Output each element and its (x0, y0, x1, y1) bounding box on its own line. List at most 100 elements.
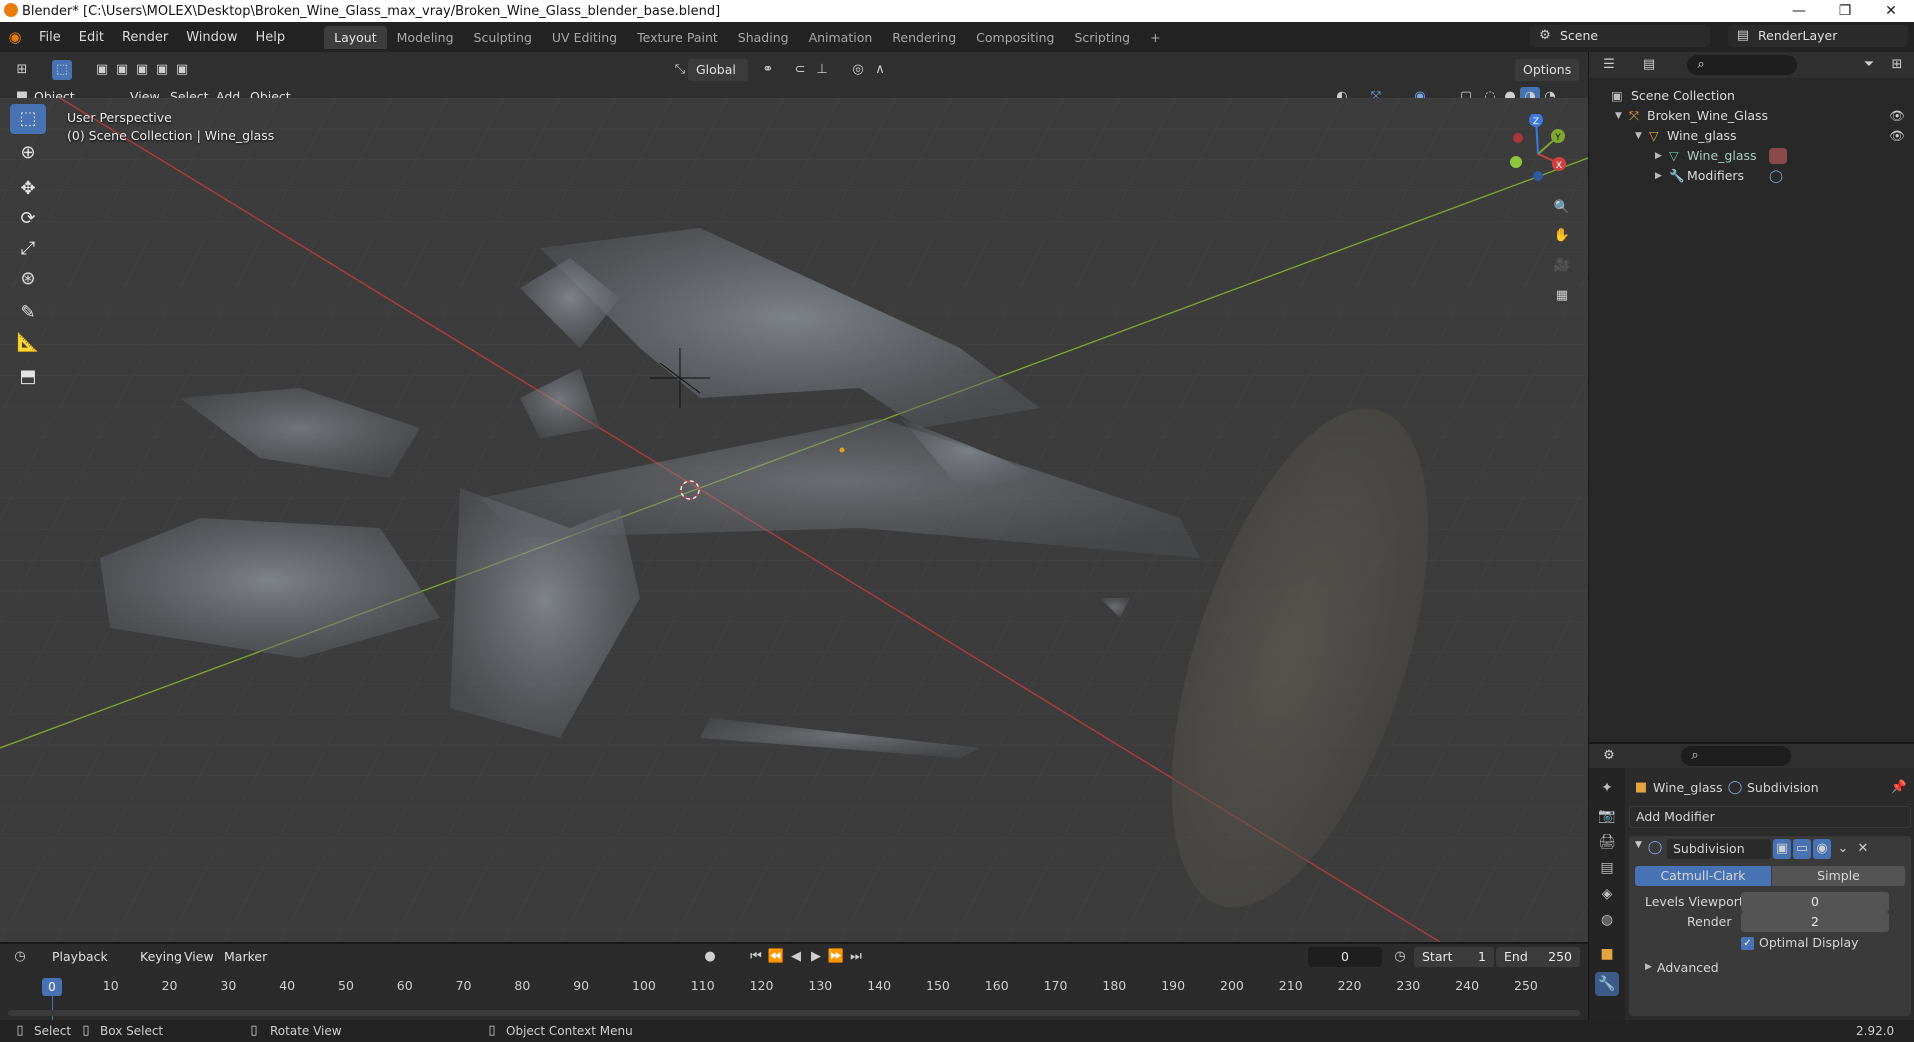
scene-selector[interactable]: Scene (1530, 25, 1710, 47)
render-levels-field[interactable]: 2 (1741, 912, 1889, 932)
ortho-toggle-icon[interactable]: ▦ (1552, 286, 1572, 306)
tool-tab-icon[interactable]: ✦ (1595, 776, 1619, 800)
object-tab-icon[interactable]: ■ (1595, 942, 1619, 966)
properties-search-input[interactable]: ⌕ (1681, 746, 1791, 766)
select-tool-icon[interactable]: ⬚ (52, 60, 72, 80)
blender-menu-icon[interactable]: ◉ (0, 28, 30, 46)
add-cube-tool[interactable]: ⬒ (10, 362, 46, 392)
annotate-tool[interactable]: ✎ (10, 298, 46, 328)
outliner-row-scene-collection[interactable]: ▣ Scene Collection (1589, 86, 1914, 106)
snap-icon[interactable]: ⊂ (790, 60, 810, 80)
proportional-edit-icon[interactable]: ◎ (848, 60, 868, 80)
snap-target-icon[interactable]: ⊥ (812, 60, 832, 80)
camera-view-icon[interactable]: 🎥 (1552, 256, 1572, 276)
tab-compositing[interactable]: Compositing (966, 26, 1064, 49)
add-workspace-button[interactable]: + (1140, 26, 1170, 49)
maximize-button[interactable]: ❐ (1822, 0, 1868, 22)
select-box-tool[interactable]: ⬚ (10, 104, 46, 134)
filter-icon[interactable]: ⏷ (1859, 55, 1879, 75)
timeline-tick-label: 80 (514, 978, 531, 993)
tab-sculpting[interactable]: Sculpting (464, 26, 542, 49)
window-title: Blender* [C:\Users\MOLEX\Desktop\Broken_… (22, 3, 721, 19)
collapse-arrow-icon[interactable]: ▼ (1635, 840, 1642, 850)
properties-editor-type-icon[interactable]: ⚙ (1599, 746, 1619, 766)
pan-hand-icon[interactable]: ✋ (1552, 226, 1572, 246)
tab-scripting[interactable]: Scripting (1065, 26, 1141, 49)
menu-file[interactable]: File (30, 30, 70, 45)
search-icon: ⌕ (1697, 57, 1705, 72)
options-dropdown[interactable]: Options (1515, 59, 1579, 81)
editor-type-icon[interactable]: ⊞ (12, 60, 32, 80)
output-tab-icon[interactable]: 🖨 (1595, 830, 1619, 854)
outliner-search-input[interactable]: ⌕ (1687, 55, 1797, 75)
playhead[interactable]: 0 (42, 978, 62, 996)
tab-texture-paint[interactable]: Texture Paint (627, 26, 728, 49)
proportional-falloff-icon[interactable]: ∧ (870, 60, 890, 80)
render-tab-icon[interactable]: 📷 (1595, 804, 1619, 828)
new-collection-icon[interactable]: ⊞ (1887, 55, 1907, 75)
transform-orientation-dropdown[interactable]: Global (688, 59, 748, 81)
select-mode-intersect-icon[interactable]: ▣ (172, 60, 192, 80)
transform-tool[interactable]: ⊛ (10, 264, 46, 294)
tab-animation[interactable]: Animation (799, 26, 883, 49)
outliner-row-mesh-data[interactable]: ▶ ▽ Wine_glass (1589, 146, 1914, 166)
visibility-eye-icon[interactable]: 👁 (1889, 126, 1905, 146)
menu-help[interactable]: Help (247, 30, 295, 45)
menu-edit[interactable]: Edit (70, 30, 113, 45)
modifier-name-field[interactable]: Subdivision (1667, 839, 1771, 859)
catmull-clark-button[interactable]: Catmull-Clark (1635, 866, 1771, 886)
outliner-row-broken-wine-glass[interactable]: ▼ ⤧ Broken_Wine_Glass 👁 (1589, 106, 1914, 126)
simple-button[interactable]: Simple (1772, 866, 1905, 886)
measure-tool[interactable]: 📐 (10, 328, 46, 358)
tab-rendering[interactable]: Rendering (882, 26, 966, 49)
advanced-expand-icon[interactable]: ▶ (1645, 962, 1652, 972)
select-mode-invert-icon[interactable]: ▣ (152, 60, 172, 80)
viewport-toggle-icon[interactable]: ▭ (1793, 839, 1811, 859)
modifier-tab-icon[interactable]: 🔧 (1595, 972, 1619, 996)
minimize-button[interactable]: — (1776, 0, 1822, 22)
cursor-tool[interactable]: ⊕ (10, 138, 46, 168)
remove-modifier-icon[interactable]: ✕ (1853, 839, 1873, 859)
menu-window[interactable]: Window (177, 30, 246, 45)
advanced-subpanel-label[interactable]: Advanced (1657, 960, 1719, 975)
edit-mode-toggle-icon[interactable]: ▣ (1773, 839, 1791, 859)
add-modifier-dropdown[interactable]: Add Modifier (1629, 806, 1911, 828)
menu-render[interactable]: Render (113, 30, 177, 45)
world-tab-icon[interactable]: ◍ (1595, 908, 1619, 932)
view-layer-selector[interactable]: RenderLayer (1728, 25, 1908, 47)
close-button[interactable]: ✕ (1868, 0, 1914, 22)
navigation-gizmo[interactable]: X Y Z (1500, 114, 1580, 194)
select-mode-subtract-icon[interactable]: ▣ (132, 60, 152, 80)
viewport-scene (0, 98, 1588, 942)
select-mode-extend-icon[interactable]: ▣ (112, 60, 132, 80)
expand-arrow-icon[interactable]: ▶ (1655, 166, 1662, 186)
outliner-editor-type-icon[interactable]: ☰ (1599, 55, 1619, 75)
zoom-icon[interactable]: 🔍 (1552, 198, 1572, 218)
expand-arrow-icon[interactable]: ▼ (1615, 106, 1622, 126)
select-mode-new-icon[interactable]: ▣ (92, 60, 112, 80)
pin-icon[interactable]: 📌 (1889, 778, 1909, 798)
tab-modeling[interactable]: Modeling (387, 26, 464, 49)
expand-arrow-icon[interactable]: ▼ (1635, 126, 1642, 146)
view-layer-tab-icon[interactable]: ▤ (1595, 856, 1619, 880)
outliner-row-wine-glass[interactable]: ▼ ▽ Wine_glass 👁 (1589, 126, 1914, 146)
expand-arrow-icon[interactable]: ▶ (1655, 146, 1662, 166)
pivot-point-icon[interactable]: ⚭ (758, 60, 778, 80)
rotate-tool[interactable]: ⟳ (10, 204, 46, 234)
move-tool[interactable]: ✥ (10, 174, 46, 204)
levels-viewport-field[interactable]: 0 (1741, 892, 1889, 912)
add-cube-icon: ⬒ (19, 366, 37, 387)
render-toggle-icon[interactable]: ◉ (1813, 839, 1831, 859)
modifier-dropdown-icon[interactable]: ⌄ (1833, 839, 1853, 859)
visibility-eye-icon[interactable]: 👁 (1889, 106, 1905, 126)
optimal-display-checkbox[interactable]: ✓ (1741, 937, 1754, 950)
3d-viewport[interactable]: User Perspective (0) Scene Collection | … (0, 98, 1588, 942)
tab-layout[interactable]: Layout (324, 25, 387, 49)
timeline-scrollbar[interactable] (8, 1010, 1580, 1016)
outliner-row-modifiers[interactable]: ▶ 🔧 Modifiers ◯ (1589, 166, 1914, 186)
display-mode-icon[interactable]: ▤ (1639, 55, 1659, 75)
scene-tab-icon[interactable]: ◈ (1595, 882, 1619, 906)
tab-shading[interactable]: Shading (728, 26, 799, 49)
tab-uv-editing[interactable]: UV Editing (542, 26, 627, 49)
scale-tool[interactable]: ⤢ (10, 234, 46, 264)
